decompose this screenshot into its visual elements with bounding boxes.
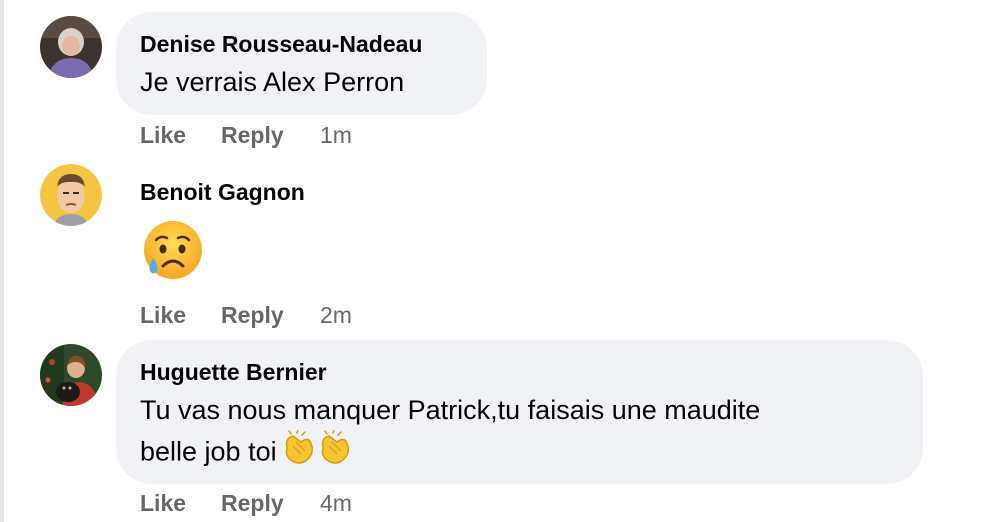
reply-button[interactable]: Reply xyxy=(221,488,320,518)
like-button[interactable]: Like xyxy=(140,120,221,150)
comment-text-line: Tu vas nous manquer Patrick,tu faisais u… xyxy=(140,395,761,425)
comment-author[interactable]: Benoit Gagnon xyxy=(140,178,305,206)
comment-author[interactable]: Huguette Bernier xyxy=(140,358,899,386)
crying-face-emoji-icon xyxy=(140,218,204,282)
avatar-photo-icon xyxy=(40,16,102,78)
reply-button[interactable]: Reply xyxy=(221,300,320,330)
avatar[interactable] xyxy=(40,164,102,226)
comments-panel: Denise Rousseau-Nadeau Je verrais Alex P… xyxy=(0,0,996,522)
like-button[interactable]: Like xyxy=(140,488,221,518)
thread-line xyxy=(0,0,4,522)
comment-actions: Like Reply 4m xyxy=(140,488,352,518)
comment-text: Je verrais Alex Perron xyxy=(140,67,405,97)
avatar[interactable] xyxy=(40,16,102,78)
comment-bubble: Huguette Bernier Tu vas nous manquer Pat… xyxy=(116,340,923,484)
avatar-photo-icon xyxy=(40,344,102,406)
comment-text-line-2: belle job toi xyxy=(140,429,899,477)
comment-actions: Like Reply 2m xyxy=(140,300,352,330)
comment-bubble: Denise Rousseau-Nadeau Je verrais Alex P… xyxy=(116,12,487,115)
avatar-cartoon-icon xyxy=(40,164,102,226)
comment-timestamp[interactable]: 1m xyxy=(320,120,352,150)
comment-timestamp[interactable]: 2m xyxy=(320,300,352,330)
comment-author[interactable]: Denise Rousseau-Nadeau xyxy=(140,30,463,58)
avatar[interactable] xyxy=(40,344,102,406)
comment-text-line: belle job toi xyxy=(140,436,277,467)
comment-timestamp[interactable]: 4m xyxy=(320,488,352,518)
comment-actions: Like Reply 1m xyxy=(140,120,352,150)
comment-body: Benoit Gagnon xyxy=(140,178,305,282)
like-button[interactable]: Like xyxy=(140,300,221,330)
reply-button[interactable]: Reply xyxy=(221,120,320,150)
clapping-hands-emoji-icon xyxy=(281,429,355,477)
